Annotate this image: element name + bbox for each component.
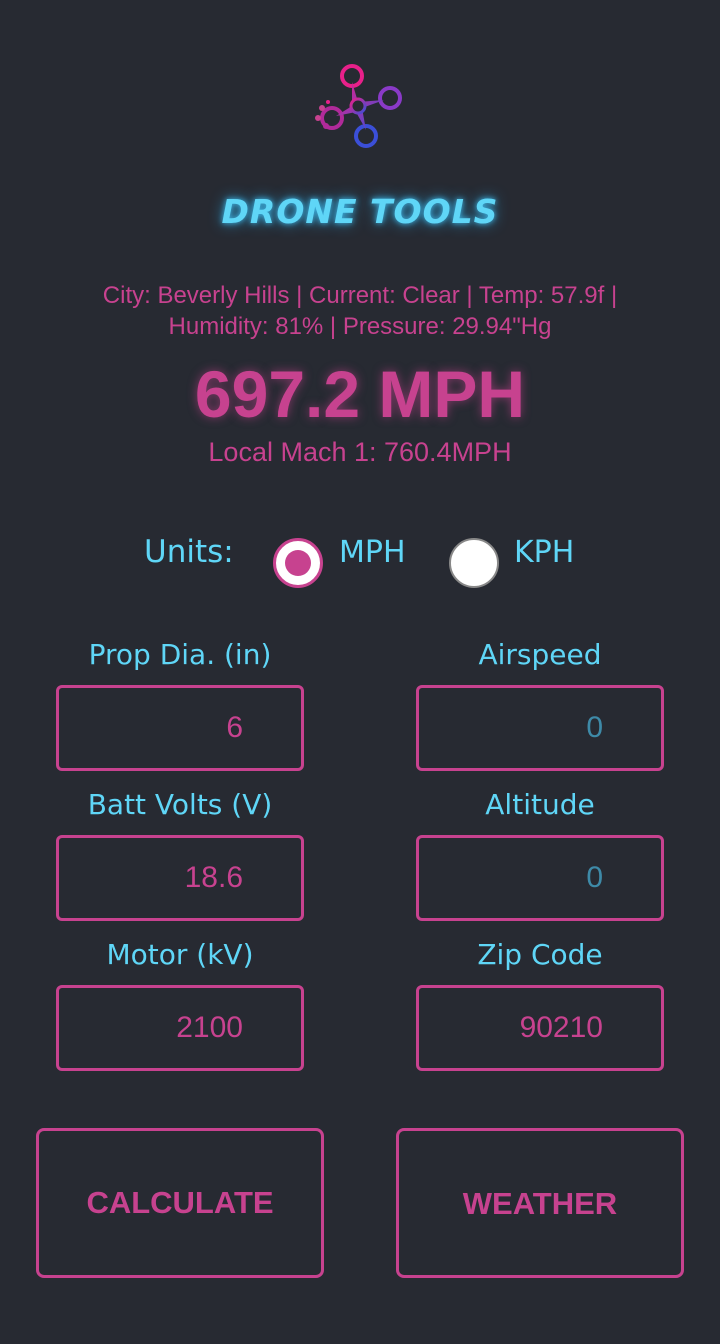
altitude-field[interactable]	[416, 835, 664, 921]
units-mph-radio[interactable]	[273, 538, 323, 588]
batt-volts-field[interactable]	[56, 835, 304, 921]
weather-button[interactable]: WEATHER	[396, 1128, 684, 1278]
weather-line-1: City: Beverly Hills | Current: Clear | T…	[102, 282, 618, 309]
calculate-button[interactable]: CALCULATE	[36, 1128, 324, 1278]
airspeed-field[interactable]	[416, 685, 664, 771]
units-label: Units:	[144, 534, 234, 570]
prop-diameter-input[interactable]	[59, 688, 301, 768]
prop-diameter-field[interactable]	[56, 685, 304, 771]
weather-line-2: Humidity: 81% | Pressure: 29.94"Hg	[168, 313, 552, 340]
batt-volts-label: Batt Volts (V)	[87, 788, 273, 821]
units-kph-radio[interactable]	[449, 538, 499, 588]
airspeed-label: Airspeed	[478, 638, 602, 671]
local-mach-readout: Local Mach 1: 760.4MPH	[208, 437, 512, 467]
units-mph-label[interactable]: MPH	[339, 535, 406, 570]
batt-volts-input[interactable]	[59, 838, 301, 918]
prop-diameter-label: Prop Dia. (in)	[88, 638, 272, 671]
tip-speed-result: 697.2 MPH	[194, 357, 526, 431]
zip-code-field[interactable]	[416, 985, 664, 1071]
units-kph-label[interactable]: KPH	[514, 535, 574, 570]
motor-kv-label: Motor (kV)	[106, 938, 254, 971]
motor-kv-field[interactable]	[56, 985, 304, 1071]
radio-selected-dot	[285, 550, 311, 576]
zip-code-input[interactable]	[419, 988, 661, 1068]
app-title: DRONE TOOLS	[221, 192, 499, 231]
altitude-label: Altitude	[485, 788, 595, 821]
airspeed-input[interactable]	[419, 688, 661, 768]
drone-logo-icon	[312, 62, 408, 152]
altitude-input[interactable]	[419, 838, 661, 918]
weather-summary: City: Beverly Hills | Current: Clear | T…	[40, 280, 680, 342]
motor-kv-input[interactable]	[59, 988, 301, 1068]
zip-code-label: Zip Code	[477, 938, 603, 971]
